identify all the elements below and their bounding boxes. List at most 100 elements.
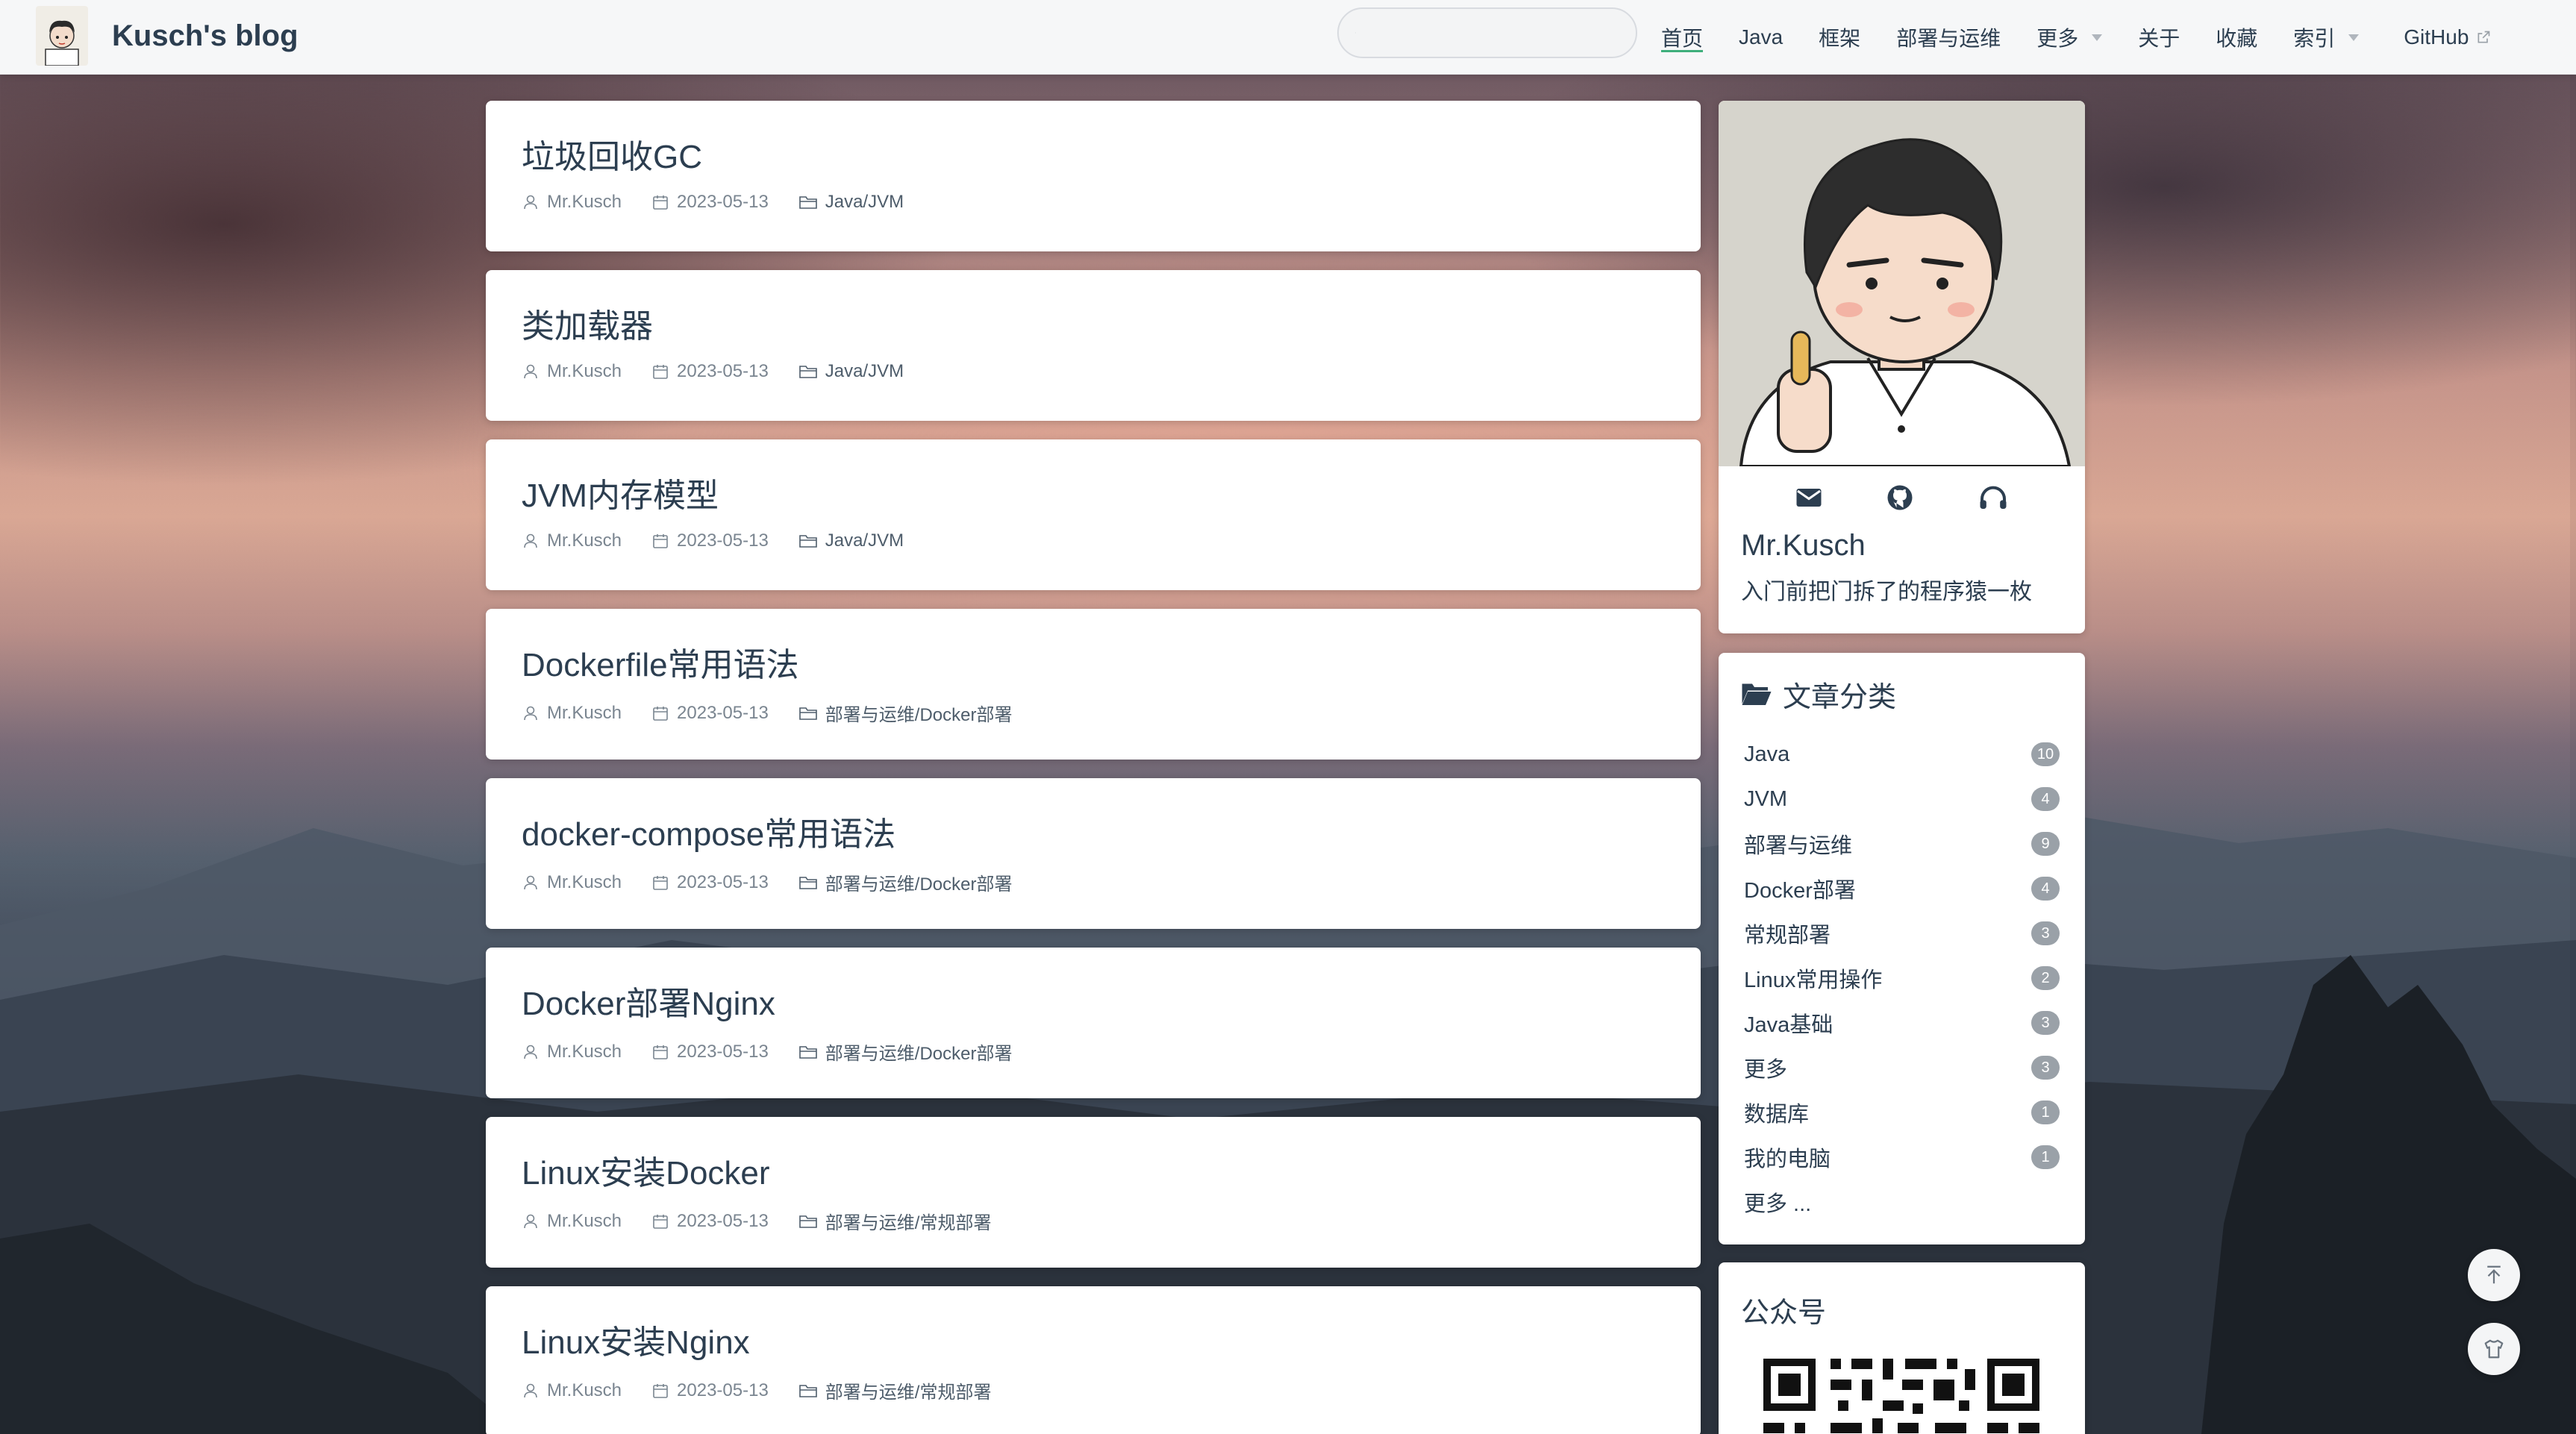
user-icon bbox=[524, 706, 537, 720]
profile-avatar bbox=[1719, 101, 2085, 466]
post-author[interactable]: Mr.Kusch bbox=[522, 1380, 622, 1401]
post-category-text: 部署与运维/Docker部署 bbox=[825, 1044, 1013, 1064]
external-link-icon bbox=[2477, 31, 2490, 43]
post-card[interactable]: Docker部署Nginx Mr.Kusch 2023-05-13 部署与运维/… bbox=[486, 948, 1701, 1098]
wechat-card: 公众号 bbox=[1719, 1262, 2085, 1434]
brand[interactable]: Kusch's blog bbox=[36, 6, 298, 66]
post-card[interactable]: 垃圾回收GC Mr.Kusch 2023-05-13 Java/JVM bbox=[486, 101, 1701, 251]
post-category[interactable]: 部署与运维/常规部署 bbox=[798, 1208, 992, 1234]
post-list: 垃圾回收GC Mr.Kusch 2023-05-13 Java/JVM 类加载器… bbox=[486, 101, 1701, 1434]
user-icon bbox=[524, 1214, 537, 1228]
search-box[interactable] bbox=[1337, 7, 1637, 58]
headphones-icon[interactable] bbox=[1978, 485, 2008, 510]
profile-name: Mr.Kusch bbox=[1741, 529, 1866, 562]
post-category[interactable]: 部署与运维/常规部署 bbox=[798, 1377, 991, 1403]
post-author[interactable]: Mr.Kusch bbox=[522, 361, 622, 382]
nav-item-java[interactable]: Java bbox=[1739, 0, 1783, 75]
category-item[interactable]: Linux常用操作 2 bbox=[1741, 956, 2063, 1001]
nav-item-devops[interactable]: 部署与运维 bbox=[1896, 0, 2001, 75]
post-category[interactable]: 部署与运维/Docker部署 bbox=[798, 869, 1012, 895]
nav-item-index[interactable]: 索引 bbox=[2293, 0, 2360, 75]
post-author-name: Mr.Kusch bbox=[547, 361, 622, 381]
post-author-name: Mr.Kusch bbox=[547, 1041, 622, 1062]
post-title[interactable]: docker-compose常用语法 bbox=[522, 814, 1665, 856]
post-category[interactable]: 部署与运维/Docker部署 bbox=[798, 1039, 1013, 1065]
nav-item-favorites[interactable]: 收藏 bbox=[2216, 0, 2257, 75]
category-name: Java bbox=[1744, 742, 1790, 766]
post-card[interactable]: Linux安装Docker Mr.Kusch 2023-05-13 部署与运维/… bbox=[486, 1117, 1701, 1268]
category-card: 文章分类 Java 10 JVM 4 部署与运维 9 Docker部署 4 常规… bbox=[1719, 653, 2085, 1244]
post-author-name: Mr.Kusch bbox=[547, 1380, 622, 1400]
folder-icon bbox=[798, 535, 817, 548]
post-author[interactable]: Mr.Kusch bbox=[522, 1042, 622, 1062]
category-item[interactable]: 部署与运维 9 bbox=[1741, 821, 2063, 866]
calendar-icon bbox=[653, 365, 668, 379]
nav-item-frameworks[interactable]: 框架 bbox=[1819, 0, 1860, 75]
post-author[interactable]: Mr.Kusch bbox=[522, 192, 622, 213]
post-title[interactable]: Linux安装Nginx bbox=[522, 1322, 1665, 1364]
post-category[interactable]: 部署与运维/Docker部署 bbox=[798, 700, 1012, 726]
category-item[interactable]: 我的电脑 1 bbox=[1741, 1135, 2063, 1180]
category-list: Java 10 JVM 4 部署与运维 9 Docker部署 4 常规部署 3 … bbox=[1741, 732, 2063, 1180]
brand-avatar[interactable] bbox=[36, 6, 88, 66]
category-header: 文章分类 bbox=[1741, 675, 2063, 713]
mail-icon[interactable] bbox=[1795, 486, 1822, 509]
category-item[interactable]: 更多 3 bbox=[1741, 1045, 2063, 1090]
back-to-top-button[interactable] bbox=[2468, 1249, 2520, 1301]
theme-toggle-button[interactable] bbox=[2468, 1323, 2520, 1375]
post-title[interactable]: 类加载器 bbox=[522, 306, 1665, 348]
post-meta: Mr.Kusch 2023-05-13 Java/JVM bbox=[522, 192, 1665, 213]
nav-item-github[interactable]: GitHub bbox=[2404, 0, 2491, 75]
post-date-text: 2023-05-13 bbox=[677, 1380, 769, 1400]
post-date-text: 2023-05-13 bbox=[677, 1210, 769, 1231]
category-name: 常规部署 bbox=[1744, 924, 1831, 948]
github-icon[interactable] bbox=[1886, 484, 1913, 511]
post-date: 2023-05-13 bbox=[651, 872, 769, 893]
category-item[interactable]: Docker部署 4 bbox=[1741, 866, 2063, 911]
nav-item-about[interactable]: 关于 bbox=[2138, 0, 2180, 75]
site-title[interactable]: Kusch's blog bbox=[112, 6, 298, 66]
post-title[interactable]: Linux安装Docker bbox=[522, 1153, 1665, 1195]
nav-item-home[interactable]: 首页 bbox=[1661, 0, 1704, 75]
category-name: JVM bbox=[1744, 786, 1787, 811]
post-author[interactable]: Mr.Kusch bbox=[522, 703, 622, 724]
category-more-link[interactable]: 更多 ... bbox=[1741, 1180, 2063, 1224]
post-category[interactable]: Java/JVM bbox=[798, 192, 904, 213]
post-category-text: 部署与运维/常规部署 bbox=[825, 1213, 992, 1233]
post-card[interactable]: Dockerfile常用语法 Mr.Kusch 2023-05-13 部署与运维… bbox=[486, 609, 1701, 760]
post-card[interactable]: 类加载器 Mr.Kusch 2023-05-13 Java/JVM bbox=[486, 270, 1701, 421]
post-title[interactable]: JVM内存模型 bbox=[522, 475, 1665, 517]
category-title: 文章分类 bbox=[1783, 681, 1897, 713]
post-date: 2023-05-13 bbox=[651, 192, 769, 213]
nav-item-more[interactable]: 更多 bbox=[2036, 0, 2103, 75]
qr-code bbox=[1763, 1359, 2039, 1433]
post-category-text: Java/JVM bbox=[825, 530, 904, 551]
scrollbar[interactable] bbox=[2570, 75, 2576, 1434]
category-item[interactable]: JVM 4 bbox=[1741, 777, 2063, 821]
folder-icon bbox=[798, 1215, 817, 1228]
category-item[interactable]: Java基础 3 bbox=[1741, 1001, 2063, 1045]
post-title[interactable]: Docker部署Nginx bbox=[522, 983, 1665, 1025]
category-count-badge: 4 bbox=[2031, 877, 2060, 901]
post-meta: Mr.Kusch 2023-05-13 部署与运维/常规部署 bbox=[522, 1377, 1665, 1403]
post-category[interactable]: Java/JVM bbox=[798, 361, 904, 382]
post-category[interactable]: Java/JVM bbox=[798, 530, 904, 551]
category-item[interactable]: 数据库 1 bbox=[1741, 1090, 2063, 1135]
post-card[interactable]: docker-compose常用语法 Mr.Kusch 2023-05-13 部… bbox=[486, 778, 1701, 929]
category-item[interactable]: Java 10 bbox=[1741, 732, 2063, 777]
post-author[interactable]: Mr.Kusch bbox=[522, 530, 622, 551]
post-card[interactable]: Linux安装Nginx Mr.Kusch 2023-05-13 部署与运维/常… bbox=[486, 1286, 1701, 1434]
category-item[interactable]: 常规部署 3 bbox=[1741, 911, 2063, 956]
category-name: Linux常用操作 bbox=[1744, 968, 1883, 992]
post-date-text: 2023-05-13 bbox=[677, 1041, 769, 1062]
post-card[interactable]: JVM内存模型 Mr.Kusch 2023-05-13 Java/JVM bbox=[486, 439, 1701, 590]
post-author[interactable]: Mr.Kusch bbox=[522, 872, 622, 893]
post-title[interactable]: Dockerfile常用语法 bbox=[522, 645, 1665, 686]
search-icon bbox=[1355, 32, 1356, 34]
calendar-icon bbox=[653, 534, 668, 548]
post-title[interactable]: 垃圾回收GC bbox=[522, 137, 1665, 178]
category-count-badge: 3 bbox=[2031, 921, 2060, 945]
post-author[interactable]: Mr.Kusch bbox=[522, 1211, 622, 1232]
search-input[interactable] bbox=[1366, 21, 1636, 45]
arrow-up-icon bbox=[2487, 1265, 2501, 1284]
